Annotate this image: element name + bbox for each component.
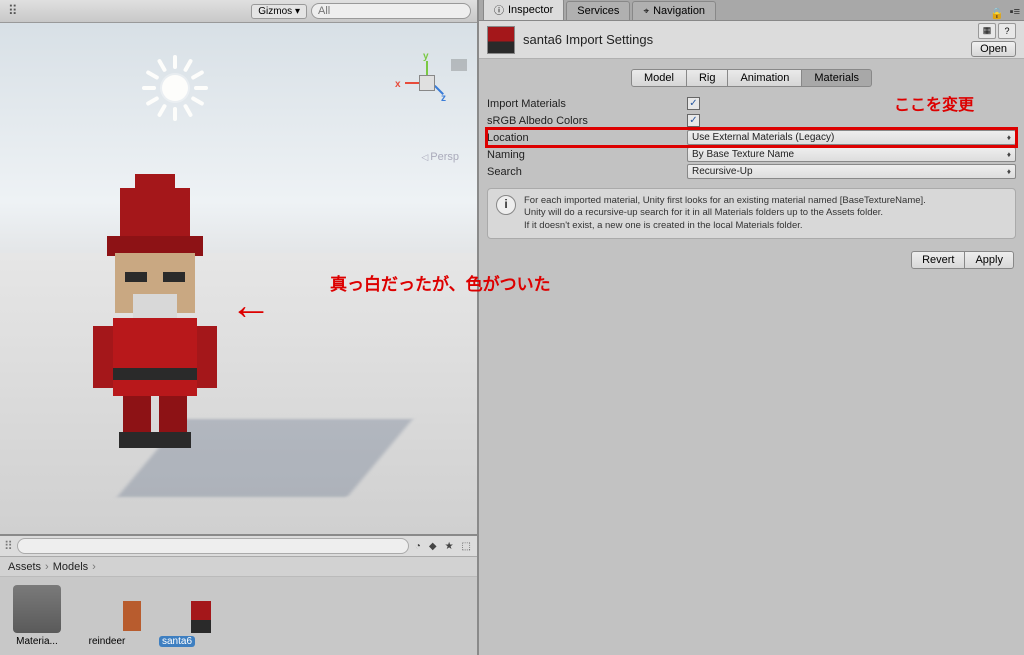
info-text: For each imported material, Unity first … bbox=[524, 195, 926, 232]
tab-rig[interactable]: Rig bbox=[687, 69, 729, 87]
drag-handle-icon[interactable]: ⠿ bbox=[8, 3, 18, 19]
asset-reindeer[interactable]: reindeer bbox=[78, 585, 136, 647]
favorite-icon[interactable]: ★ bbox=[443, 541, 456, 552]
filter-type-icon[interactable]: ◆ bbox=[427, 541, 439, 552]
orientation-gizmo[interactable]: yxz bbox=[397, 53, 457, 113]
breadcrumb: Assets › Models › bbox=[0, 557, 477, 577]
checkbox-srgb[interactable]: ✓ bbox=[687, 114, 700, 127]
prop-label: Import Materials bbox=[487, 98, 687, 110]
chevron-down-icon: ♦ bbox=[1007, 167, 1011, 176]
breadcrumb-item[interactable]: Assets bbox=[8, 561, 41, 573]
chevron-right-icon: › bbox=[92, 561, 96, 573]
prop-label: sRGB Albedo Colors bbox=[487, 115, 687, 127]
inspector-body: Model Rig Animation Materials ここを変更 Impo… bbox=[479, 59, 1024, 275]
persp-label[interactable]: Persp bbox=[421, 151, 459, 163]
checkbox-import-materials[interactable]: ✓ bbox=[687, 97, 700, 110]
annotation-arrow-icon: ← bbox=[230, 281, 272, 329]
dropdown-search[interactable]: Recursive-Up♦ bbox=[687, 164, 1016, 179]
inspector-title: santa6 Import Settings bbox=[523, 32, 963, 47]
model-icon bbox=[83, 585, 131, 633]
inspector-tabs: ⓘInspector Services ⌖Navigation 🔒 ▪≡ bbox=[479, 0, 1024, 21]
apply-button[interactable]: Apply bbox=[965, 251, 1014, 269]
drag-handle-icon[interactable]: ⠿ bbox=[4, 539, 13, 553]
info-icon: i bbox=[496, 195, 516, 215]
asset-label: santa6 bbox=[159, 636, 195, 647]
project-search-input[interactable] bbox=[17, 538, 409, 554]
sun-icon bbox=[140, 53, 210, 123]
save-search-icon[interactable]: ⬚ bbox=[460, 541, 473, 552]
tab-navigation[interactable]: ⌖Navigation bbox=[632, 1, 716, 20]
model-icon bbox=[153, 585, 201, 633]
dropdown-location[interactable]: Use External Materials (Legacy)♦ bbox=[687, 130, 1016, 145]
panel-menu-icon[interactable]: ▪≡ bbox=[1006, 4, 1024, 20]
filter-icon[interactable]: ◔ bbox=[413, 541, 423, 552]
info-box: i For each imported material, Unity firs… bbox=[487, 188, 1016, 239]
gizmos-button[interactable]: Gizmos ▾ bbox=[251, 4, 307, 19]
chevron-down-icon: ♦ bbox=[1007, 150, 1011, 159]
folder-icon bbox=[13, 585, 61, 633]
nav-icon: ⌖ bbox=[643, 6, 649, 17]
project-search-bar: ⠿ ◔ ◆ ★ ⬚ bbox=[0, 536, 477, 557]
santa-model[interactable] bbox=[85, 188, 235, 448]
inspector-header: santa6 Import Settings ▦ ? Open bbox=[479, 21, 1024, 59]
tab-model[interactable]: Model bbox=[631, 69, 687, 87]
scene-search-input[interactable] bbox=[311, 3, 471, 19]
revert-button[interactable]: Revert bbox=[911, 251, 965, 269]
inspector-panel: ⓘInspector Services ⌖Navigation 🔒 ▪≡ san… bbox=[479, 0, 1024, 655]
dropdown-naming[interactable]: By Base Texture Name♦ bbox=[687, 147, 1016, 162]
asset-santa6[interactable]: santa6 bbox=[148, 585, 206, 647]
info-icon: ⓘ bbox=[494, 2, 504, 17]
prop-location: Location Use External Materials (Legacy)… bbox=[487, 129, 1016, 146]
prop-naming: Naming By Base Texture Name♦ bbox=[487, 146, 1016, 163]
tab-services[interactable]: Services bbox=[566, 1, 630, 20]
chevron-down-icon: ♦ bbox=[1007, 133, 1011, 142]
annotation-scene-text: 真っ白だったが、色がついた bbox=[330, 270, 551, 295]
prop-label: Location bbox=[487, 132, 687, 144]
asset-grid: Materia... reindeer santa6 bbox=[0, 577, 477, 655]
open-button[interactable]: Open bbox=[971, 41, 1016, 57]
asset-folder-materials[interactable]: Materia... bbox=[8, 585, 66, 647]
prop-search: Search Recursive-Up♦ bbox=[487, 163, 1016, 180]
tab-inspector[interactable]: ⓘInspector bbox=[483, 0, 564, 20]
help-icon[interactable]: ? bbox=[998, 23, 1016, 39]
tab-materials[interactable]: Materials bbox=[802, 69, 872, 87]
annotation-change-text: ここを変更 bbox=[894, 91, 974, 115]
lock-icon[interactable]: 🔒 bbox=[990, 7, 1004, 20]
asset-label: Materia... bbox=[16, 636, 58, 647]
import-sub-tabs: Model Rig Animation Materials bbox=[479, 59, 1024, 93]
asset-label: reindeer bbox=[89, 636, 126, 647]
scene-toolbar: ⠿ Gizmos ▾ bbox=[0, 0, 477, 23]
footer-buttons: Revert Apply bbox=[479, 245, 1024, 275]
breadcrumb-item[interactable]: Models bbox=[53, 561, 88, 573]
tab-animation[interactable]: Animation bbox=[728, 69, 802, 87]
bundle-icon[interactable]: ▦ bbox=[978, 23, 996, 39]
asset-thumbnail-icon bbox=[487, 26, 515, 54]
project-panel: ⠿ ◔ ◆ ★ ⬚ Assets › Models › Materia... r… bbox=[0, 534, 477, 655]
prop-label: Search bbox=[487, 166, 687, 178]
prop-label: Naming bbox=[487, 149, 687, 161]
chevron-right-icon: › bbox=[45, 561, 49, 573]
left-panel: ⠿ Gizmos ▾ yxz Persp bbox=[0, 0, 479, 655]
